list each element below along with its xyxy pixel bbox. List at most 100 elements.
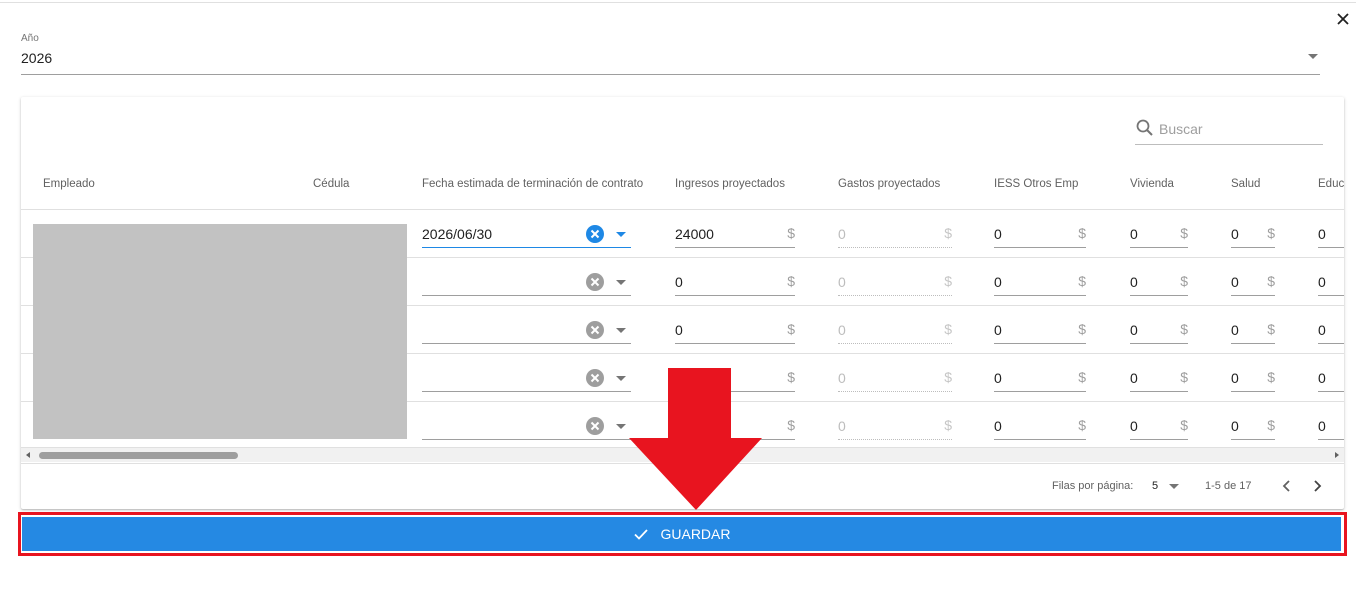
currency-symbol: $ [787,369,795,385]
column-header-ingresos[interactable]: Ingresos proyectados [675,178,785,190]
search-icon [1136,119,1153,136]
end-date-field[interactable] [422,268,631,296]
end-date-field[interactable] [422,316,631,344]
ingresos-field[interactable]: 24000 $ [675,220,795,248]
currency-symbol: $ [1180,273,1188,289]
iess-field[interactable]: 0 $ [994,364,1086,392]
salud-field[interactable]: 0 $ [1231,316,1275,344]
save-button-label: GUARDAR [660,526,731,542]
gastos-field: 0 $ [838,316,952,344]
column-header-cedula[interactable]: Cédula [313,178,349,190]
clear-icon[interactable] [585,368,605,388]
close-button[interactable] [1334,10,1352,28]
iess-value: 0 [994,370,1002,386]
educa-field[interactable]: 0 [1318,412,1344,440]
currency-symbol: $ [1078,369,1086,385]
check-icon [634,529,649,540]
scroll-left-arrow-icon[interactable] [26,452,30,458]
vivienda-value: 0 [1130,370,1138,386]
end-date-field[interactable]: 2026/06/30 [422,220,631,248]
gastos-field: 0 $ [838,412,952,440]
vivienda-value: 0 [1130,418,1138,434]
salud-field[interactable]: 0 $ [1231,364,1275,392]
gastos-field: 0 $ [838,220,952,248]
currency-symbol: $ [1078,321,1086,337]
currency-symbol: $ [1078,225,1086,241]
rows-per-page-select[interactable]: 5 [1152,477,1184,495]
search-input[interactable] [1159,119,1319,139]
year-value: 2026 [21,50,53,66]
currency-symbol: $ [1078,417,1086,433]
end-date-value: 2026/06/30 [422,226,493,242]
chevron-down-icon[interactable] [616,376,626,381]
vivienda-field[interactable]: 0 $ [1130,316,1188,344]
chevron-down-icon[interactable] [616,328,626,333]
currency-symbol: $ [1180,225,1188,241]
scroll-right-arrow-icon[interactable] [1335,452,1339,458]
chevron-down-icon[interactable] [616,280,626,285]
end-date-field[interactable] [422,412,631,440]
gastos-value: 0 [838,418,846,434]
clear-icon[interactable] [585,224,605,244]
close-icon [1337,13,1349,25]
educa-field[interactable]: 0 [1318,316,1344,344]
salud-value: 0 [1231,226,1239,242]
educa-field[interactable]: 0 [1318,220,1344,248]
currency-symbol: $ [944,417,952,433]
scrollbar-thumb[interactable] [39,452,238,459]
gastos-field: 0 $ [838,364,952,392]
iess-field[interactable]: 0 $ [994,412,1086,440]
chevron-down-icon [1308,54,1318,59]
column-header-fecha[interactable]: Fecha estimada de terminación de contrat… [422,178,643,190]
clear-icon[interactable] [585,272,605,292]
chevron-down-icon[interactable] [616,232,626,237]
educa-value: 0 [1318,226,1326,242]
salud-value: 0 [1231,274,1239,290]
currency-symbol: $ [1267,369,1275,385]
chevron-down-icon [1169,484,1179,489]
column-header-iess[interactable]: IESS Otros Emp [994,178,1078,190]
column-header-vivienda[interactable]: Vivienda [1130,178,1174,190]
vivienda-field[interactable]: 0 $ [1130,268,1188,296]
salud-field[interactable]: 0 $ [1231,268,1275,296]
currency-symbol: $ [1180,369,1188,385]
currency-symbol: $ [787,417,795,433]
currency-symbol: $ [1267,273,1275,289]
salud-field[interactable]: 0 $ [1231,220,1275,248]
vivienda-field[interactable]: 0 $ [1130,412,1188,440]
educa-field[interactable]: 0 [1318,364,1344,392]
gastos-value: 0 [838,274,846,290]
iess-value: 0 [994,274,1002,290]
educa-value: 0 [1318,418,1326,434]
pagination-range: 1-5 de 17 [1205,480,1252,492]
gastos-value: 0 [838,370,846,386]
ingresos-field[interactable]: 0 $ [675,268,795,296]
end-date-field[interactable] [422,364,631,392]
iess-value: 0 [994,322,1002,338]
iess-value: 0 [994,418,1002,434]
educa-field[interactable]: 0 [1318,268,1344,296]
iess-field[interactable]: 0 $ [994,268,1086,296]
chevron-right-icon[interactable] [1309,477,1325,495]
vivienda-field[interactable]: 0 $ [1130,364,1188,392]
chevron-left-icon[interactable] [1279,477,1295,495]
iess-field[interactable]: 0 $ [994,220,1086,248]
currency-symbol: $ [1078,273,1086,289]
clear-icon[interactable] [585,320,605,340]
column-header-salud[interactable]: Salud [1231,178,1260,190]
column-header-gastos[interactable]: Gastos proyectados [838,178,940,190]
column-header-educa[interactable]: Educa [1318,178,1344,190]
clear-icon[interactable] [585,416,605,436]
salud-field[interactable]: 0 $ [1231,412,1275,440]
iess-value: 0 [994,226,1002,242]
year-select[interactable]: Año 2026 [21,30,1320,75]
iess-field[interactable]: 0 $ [994,316,1086,344]
save-button[interactable]: GUARDAR [22,517,1341,551]
column-header-empleado[interactable]: Empleado [43,178,95,190]
currency-symbol: $ [944,225,952,241]
vivienda-field[interactable]: 0 $ [1130,220,1188,248]
chevron-down-icon[interactable] [616,424,626,429]
dialog-top-border [0,2,1356,3]
header-divider [21,209,1344,210]
ingresos-field[interactable]: 0 $ [675,316,795,344]
